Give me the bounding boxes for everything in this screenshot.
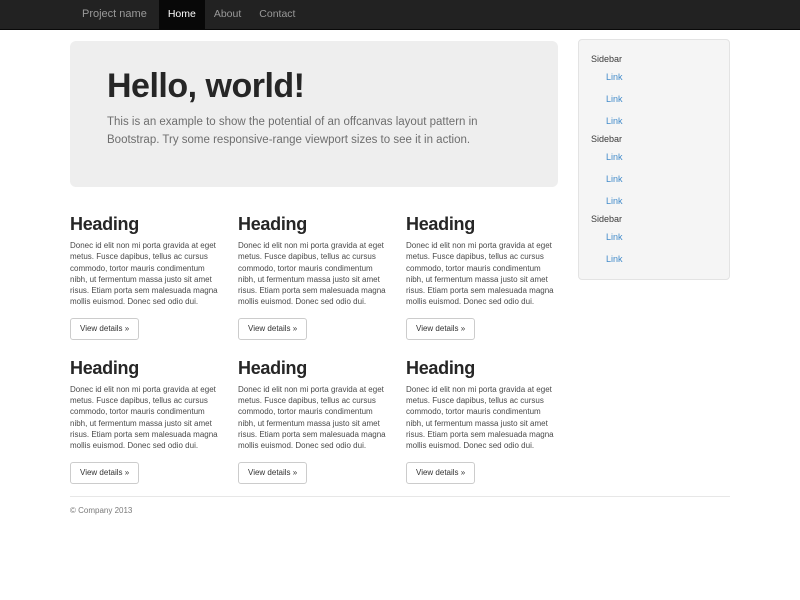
content-card: Heading Donec id elit non mi porta gravi… xyxy=(70,214,222,340)
sidebar-group: Sidebar Link Link Link xyxy=(591,52,719,132)
view-details-button[interactable]: View details » xyxy=(406,462,475,484)
card-body-text: Donec id elit non mi porta gravida at eg… xyxy=(70,384,222,452)
card-heading: Heading xyxy=(70,214,222,234)
sidebar-group: Sidebar Link Link Link xyxy=(591,132,719,212)
content-card: Heading Donec id elit non mi porta gravi… xyxy=(70,358,222,484)
content-card: Heading Donec id elit non mi porta gravi… xyxy=(406,358,558,484)
card-heading: Heading xyxy=(238,214,390,234)
jumbotron: Hello, world! This is an example to show… xyxy=(70,41,558,187)
nav-item-home[interactable]: Home xyxy=(159,0,205,29)
copyright-text: © Company 2013 xyxy=(70,506,730,515)
navbar-nav: Home About Contact xyxy=(159,0,305,29)
sidebar-link[interactable]: Link xyxy=(591,88,719,110)
view-details-button[interactable]: View details » xyxy=(406,318,475,340)
navbar: Project name Home About Contact xyxy=(0,0,800,30)
sidebar-panel: Sidebar Link Link Link Sidebar Link Link… xyxy=(578,39,730,280)
card-heading: Heading xyxy=(238,358,390,378)
view-details-button[interactable]: View details » xyxy=(238,462,307,484)
navbar-brand[interactable]: Project name xyxy=(70,0,159,29)
nav-item-contact[interactable]: Contact xyxy=(250,0,304,29)
sidebar-link[interactable]: Link xyxy=(591,146,719,168)
sidebar-link[interactable]: Link xyxy=(591,248,719,270)
navbar-inner: Project name Home About Contact xyxy=(70,0,730,29)
content-row: Hello, world! This is an example to show… xyxy=(70,30,730,484)
card-body-text: Donec id elit non mi porta gravida at eg… xyxy=(70,240,222,308)
card-body-text: Donec id elit non mi porta gravida at eg… xyxy=(238,240,390,308)
card-body-text: Donec id elit non mi porta gravida at eg… xyxy=(238,384,390,452)
content-card: Heading Donec id elit non mi porta gravi… xyxy=(406,214,558,340)
card-heading: Heading xyxy=(406,214,558,234)
sidebar-heading: Sidebar xyxy=(591,212,719,226)
sidebar-link[interactable]: Link xyxy=(591,168,719,190)
sidebar-group: Sidebar Link Link xyxy=(591,212,719,270)
card-body-text: Donec id elit non mi porta gravida at eg… xyxy=(406,384,558,452)
sidebar-link[interactable]: Link xyxy=(591,226,719,248)
sidebar-link[interactable]: Link xyxy=(591,66,719,88)
jumbotron-title: Hello, world! xyxy=(107,68,522,105)
footer: © Company 2013 xyxy=(70,496,730,515)
sidebar-link[interactable]: Link xyxy=(591,190,719,212)
main-content: Hello, world! This is an example to show… xyxy=(70,30,558,484)
page-container: Hello, world! This is an example to show… xyxy=(70,30,730,515)
sidebar-link[interactable]: Link xyxy=(591,110,719,132)
sidebar-column: Sidebar Link Link Link Sidebar Link Link… xyxy=(578,30,730,280)
card-heading: Heading xyxy=(70,358,222,378)
view-details-button[interactable]: View details » xyxy=(238,318,307,340)
nav-item-about[interactable]: About xyxy=(205,0,250,29)
view-details-button[interactable]: View details » xyxy=(70,462,139,484)
jumbotron-text: This is an example to show the potential… xyxy=(107,114,522,150)
content-card: Heading Donec id elit non mi porta gravi… xyxy=(238,214,390,340)
card-body-text: Donec id elit non mi porta gravida at eg… xyxy=(406,240,558,308)
view-details-button[interactable]: View details » xyxy=(70,318,139,340)
content-card: Heading Donec id elit non mi porta gravi… xyxy=(238,358,390,484)
sidebar-heading: Sidebar xyxy=(591,52,719,66)
card-heading: Heading xyxy=(406,358,558,378)
cards-grid: Heading Donec id elit non mi porta gravi… xyxy=(70,214,558,484)
sidebar-heading: Sidebar xyxy=(591,132,719,146)
